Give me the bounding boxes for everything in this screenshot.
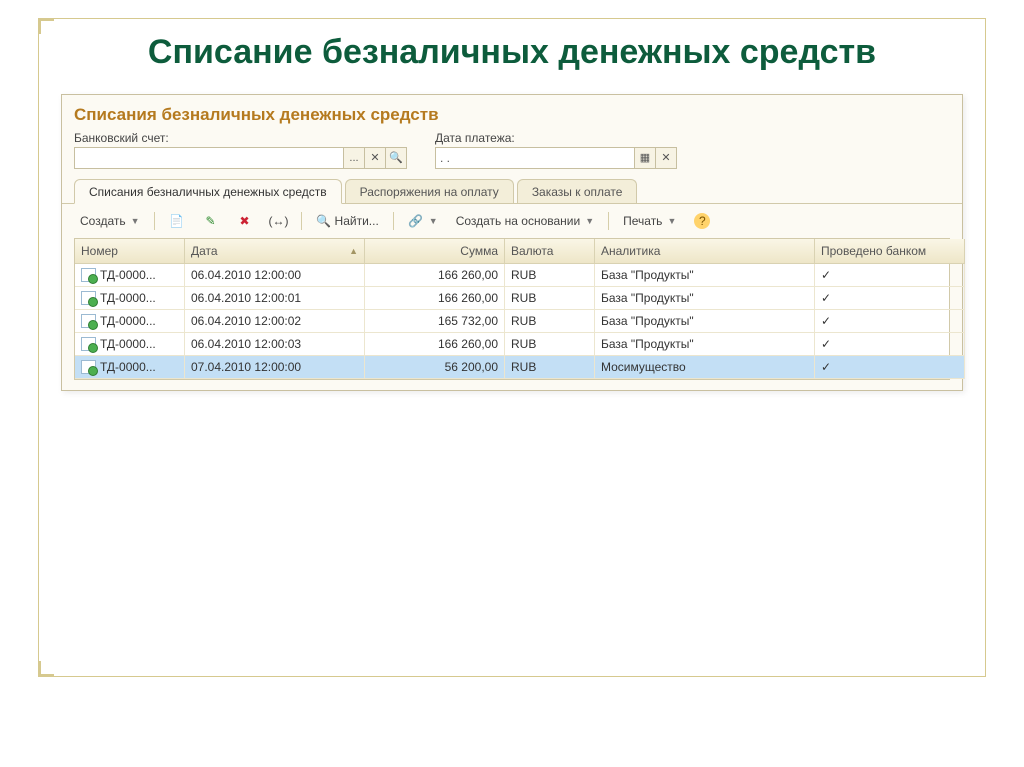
cell-analytics: База "Продукты" [595, 264, 815, 287]
table-row[interactable]: ТД-0000... 06.04.2010 12:00:03166 260,00R… [75, 333, 949, 356]
cell-sum: 166 260,00 [365, 333, 505, 356]
cell-bank: ✓ [815, 333, 965, 356]
cell-analytics: Мосимущество [595, 356, 815, 379]
filter-date: Дата платежа: ▦ ✕ [435, 131, 677, 169]
cell-bank: ✓ [815, 356, 965, 379]
filter-bar: Банковский счет: ... ✕ 🔍 Дата платежа: ▦… [62, 131, 962, 177]
calendar-button[interactable]: ▦ [634, 147, 656, 169]
cell-date: 07.04.2010 12:00:00 [185, 356, 365, 379]
table-row[interactable]: ТД-0000... 06.04.2010 12:00:00166 260,00R… [75, 264, 949, 287]
col-currency[interactable]: Валюта [505, 239, 595, 264]
date-input[interactable] [435, 147, 635, 169]
cell-number: ТД-0000... [100, 268, 156, 282]
data-table: Номер Дата▲ Сумма Валюта Аналитика Прове… [74, 238, 950, 380]
document-icon [81, 291, 96, 305]
cell-number: ТД-0000... [100, 291, 156, 305]
search-button[interactable]: 🔍 [385, 147, 407, 169]
cell-currency: RUB [505, 356, 595, 379]
refresh-icon: (↔) [271, 213, 287, 229]
tab-strip: Списания безналичных денежных средств Ра… [62, 179, 962, 204]
document-icon [81, 314, 96, 328]
account-label: Банковский счет: [74, 131, 407, 145]
cell-sum: 166 260,00 [365, 287, 505, 310]
help-icon: ? [694, 213, 710, 229]
col-number[interactable]: Номер [75, 239, 185, 264]
copy-icon: 📄 [169, 213, 185, 229]
tab-payment-orders[interactable]: Распоряжения на оплату [345, 179, 514, 203]
table-row[interactable]: ТД-0000... 07.04.2010 12:00:0056 200,00RU… [75, 356, 949, 379]
corner-decoration [38, 18, 54, 34]
clear-button[interactable]: ✕ [364, 147, 386, 169]
print-button[interactable]: Печать▼ [617, 211, 682, 231]
separator [154, 212, 155, 230]
separator [393, 212, 394, 230]
cell-bank: ✓ [815, 264, 965, 287]
link-icon: 🔗 [408, 213, 424, 229]
col-analytics[interactable]: Аналитика [595, 239, 815, 264]
cell-sum: 165 732,00 [365, 310, 505, 333]
chevron-down-icon: ▼ [429, 216, 438, 226]
help-button[interactable]: ? [688, 210, 716, 232]
pencil-icon: ✎ [203, 213, 219, 229]
cell-bank: ✓ [815, 310, 965, 333]
tab-writeoffs[interactable]: Списания безналичных денежных средств [74, 179, 342, 204]
cell-sum: 166 260,00 [365, 264, 505, 287]
toolbar: Создать▼ 📄 ✎ ✖ (↔) 🔍 Найти... 🔗▼ Создать… [62, 204, 962, 238]
chevron-down-icon: ▼ [667, 216, 676, 226]
cell-sum: 56 200,00 [365, 356, 505, 379]
chevron-down-icon: ▼ [131, 216, 140, 226]
cell-date: 06.04.2010 12:00:02 [185, 310, 365, 333]
cell-currency: RUB [505, 333, 595, 356]
cell-analytics: База "Продукты" [595, 287, 815, 310]
cell-analytics: База "Продукты" [595, 310, 815, 333]
copy-button[interactable]: 📄 [163, 210, 191, 232]
window-title: Списания безналичных денежных средств [62, 95, 962, 131]
col-bank[interactable]: Проведено банком [815, 239, 965, 264]
separator [608, 212, 609, 230]
clear-button[interactable]: ✕ [655, 147, 677, 169]
filter-account: Банковский счет: ... ✕ 🔍 [74, 131, 407, 169]
cell-currency: RUB [505, 287, 595, 310]
table-header: Номер Дата▲ Сумма Валюта Аналитика Прове… [75, 239, 949, 264]
edit-button[interactable]: ✎ [197, 210, 225, 232]
col-sum[interactable]: Сумма [365, 239, 505, 264]
cell-currency: RUB [505, 264, 595, 287]
find-button[interactable]: 🔍 Найти... [310, 210, 385, 232]
cell-date: 06.04.2010 12:00:01 [185, 287, 365, 310]
separator [301, 212, 302, 230]
create-button[interactable]: Создать▼ [74, 211, 146, 231]
tab-orders-to-pay[interactable]: Заказы к оплате [517, 179, 638, 203]
delete-button[interactable]: ✖ [231, 210, 259, 232]
corner-decoration [38, 661, 54, 677]
account-input[interactable] [74, 147, 344, 169]
cell-bank: ✓ [815, 287, 965, 310]
document-icon [81, 360, 96, 374]
cell-date: 06.04.2010 12:00:00 [185, 264, 365, 287]
chevron-down-icon: ▼ [585, 216, 594, 226]
date-label: Дата платежа: [435, 131, 677, 145]
refresh-button[interactable]: (↔) [265, 210, 293, 232]
slide-title: Списание безналичных денежных средств [39, 19, 985, 94]
table-row[interactable]: ТД-0000... 06.04.2010 12:00:02165 732,00R… [75, 310, 949, 333]
app-window: Списания безналичных денежных средств Ба… [61, 94, 963, 391]
table-row[interactable]: ТД-0000... 06.04.2010 12:00:01166 260,00R… [75, 287, 949, 310]
link-button[interactable]: 🔗▼ [402, 210, 444, 232]
cell-number: ТД-0000... [100, 337, 156, 351]
cell-number: ТД-0000... [100, 314, 156, 328]
document-icon [81, 337, 96, 351]
search-icon: 🔍 [316, 213, 332, 229]
delete-icon: ✖ [237, 213, 253, 229]
col-date[interactable]: Дата▲ [185, 239, 365, 264]
cell-currency: RUB [505, 310, 595, 333]
create-based-button[interactable]: Создать на основании▼ [450, 211, 600, 231]
cell-number: ТД-0000... [100, 360, 156, 374]
slide-frame: Списание безналичных денежных средств Сп… [38, 18, 986, 677]
cell-date: 06.04.2010 12:00:03 [185, 333, 365, 356]
ellipsis-button[interactable]: ... [343, 147, 365, 169]
document-icon [81, 268, 96, 282]
sort-asc-icon: ▲ [349, 246, 358, 256]
cell-analytics: База "Продукты" [595, 333, 815, 356]
